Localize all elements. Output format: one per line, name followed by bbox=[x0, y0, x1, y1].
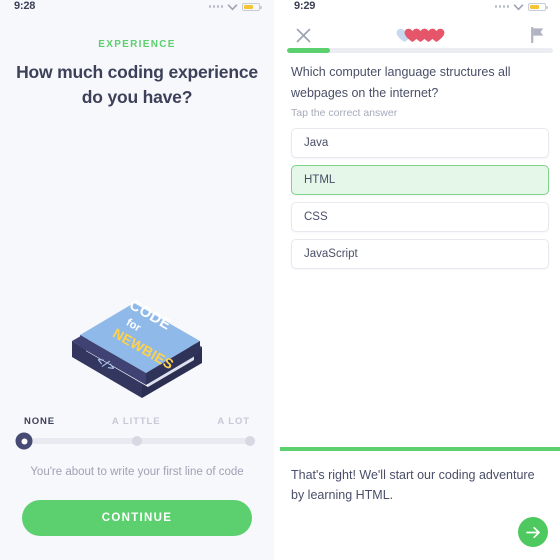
arrow-right-icon bbox=[525, 526, 540, 538]
status-bar-indicators bbox=[208, 2, 262, 11]
status-bar-clock-wrap: 9:28 bbox=[14, 0, 35, 12]
status-bar-clock: 9:29 bbox=[294, 0, 316, 12]
slider-labels: NONE A LITTLE A LOT bbox=[24, 416, 250, 427]
quiz-progress-bar bbox=[287, 48, 553, 53]
page-eyebrow: EXPERIENCE bbox=[98, 39, 176, 50]
slider-stop-a-lot[interactable] bbox=[245, 436, 255, 446]
quiz-option-css[interactable]: CSS bbox=[291, 202, 549, 232]
slider-hint-text: You're about to write your first line of… bbox=[30, 466, 244, 478]
status-bar-clock-wrap-right: 9:29 bbox=[294, 0, 315, 12]
signal-dots-icon bbox=[494, 5, 509, 8]
quiz-sub-hint: Tap the correct answer bbox=[291, 107, 398, 119]
flag-icon[interactable] bbox=[524, 22, 550, 48]
close-icon[interactable] bbox=[290, 22, 316, 48]
slider-track[interactable] bbox=[15, 432, 255, 450]
status-bar-indicators-right bbox=[494, 2, 548, 11]
lives-hearts bbox=[396, 28, 445, 43]
quiz-option-html[interactable]: HTML bbox=[291, 165, 549, 195]
continue-button[interactable]: CONTINUE bbox=[22, 500, 252, 536]
experience-slider[interactable]: NONE A LITTLE A LOT bbox=[15, 416, 255, 450]
feedback-panel: That's right! We'll start our coding adv… bbox=[280, 447, 560, 560]
heart-full-icon bbox=[428, 28, 444, 42]
status-bar-left: 9:28 bbox=[0, 0, 274, 18]
feedback-text: That's right! We'll start our coding adv… bbox=[291, 468, 535, 503]
quiz-header bbox=[280, 22, 560, 48]
onboarding-experience-screen: 9:28 EXPERIENCE How much coding experien… bbox=[0, 0, 274, 560]
signal-dots-icon bbox=[208, 5, 223, 8]
status-bar-clock: 9:28 bbox=[14, 0, 36, 12]
wifi-icon bbox=[513, 3, 524, 11]
battery-low-icon bbox=[528, 2, 548, 11]
dual-screen-container: 9:28 EXPERIENCE How much coding experien… bbox=[0, 0, 560, 560]
wifi-icon bbox=[227, 3, 238, 11]
quiz-option-java[interactable]: Java bbox=[291, 128, 549, 158]
illustration-container: </> CODE for NEWBIES bbox=[0, 282, 274, 402]
page-title: How much coding experience do you have? bbox=[16, 62, 258, 107]
quiz-question-screen: 9:29 Which computer language structures … bbox=[280, 0, 560, 560]
slider-label-a-lot[interactable]: A LOT bbox=[217, 416, 250, 427]
quiz-option-javascript[interactable]: JavaScript bbox=[291, 239, 549, 269]
status-bar-right: 9:29 bbox=[280, 0, 560, 18]
code-for-newbies-book-illustration: </> CODE for NEWBIES bbox=[72, 296, 202, 398]
next-button[interactable] bbox=[518, 517, 548, 547]
slider-label-none[interactable]: NONE bbox=[24, 416, 55, 427]
slider-stop-a-little[interactable] bbox=[132, 436, 142, 446]
battery-low-icon bbox=[242, 2, 262, 11]
quiz-question-text: Which computer language structures all w… bbox=[291, 65, 511, 100]
quiz-options-list: Java HTML CSS JavaScript bbox=[291, 128, 549, 269]
slider-knob[interactable] bbox=[15, 432, 33, 450]
slider-label-a-little[interactable]: A LITTLE bbox=[112, 416, 161, 427]
quiz-progress-fill bbox=[287, 48, 330, 53]
